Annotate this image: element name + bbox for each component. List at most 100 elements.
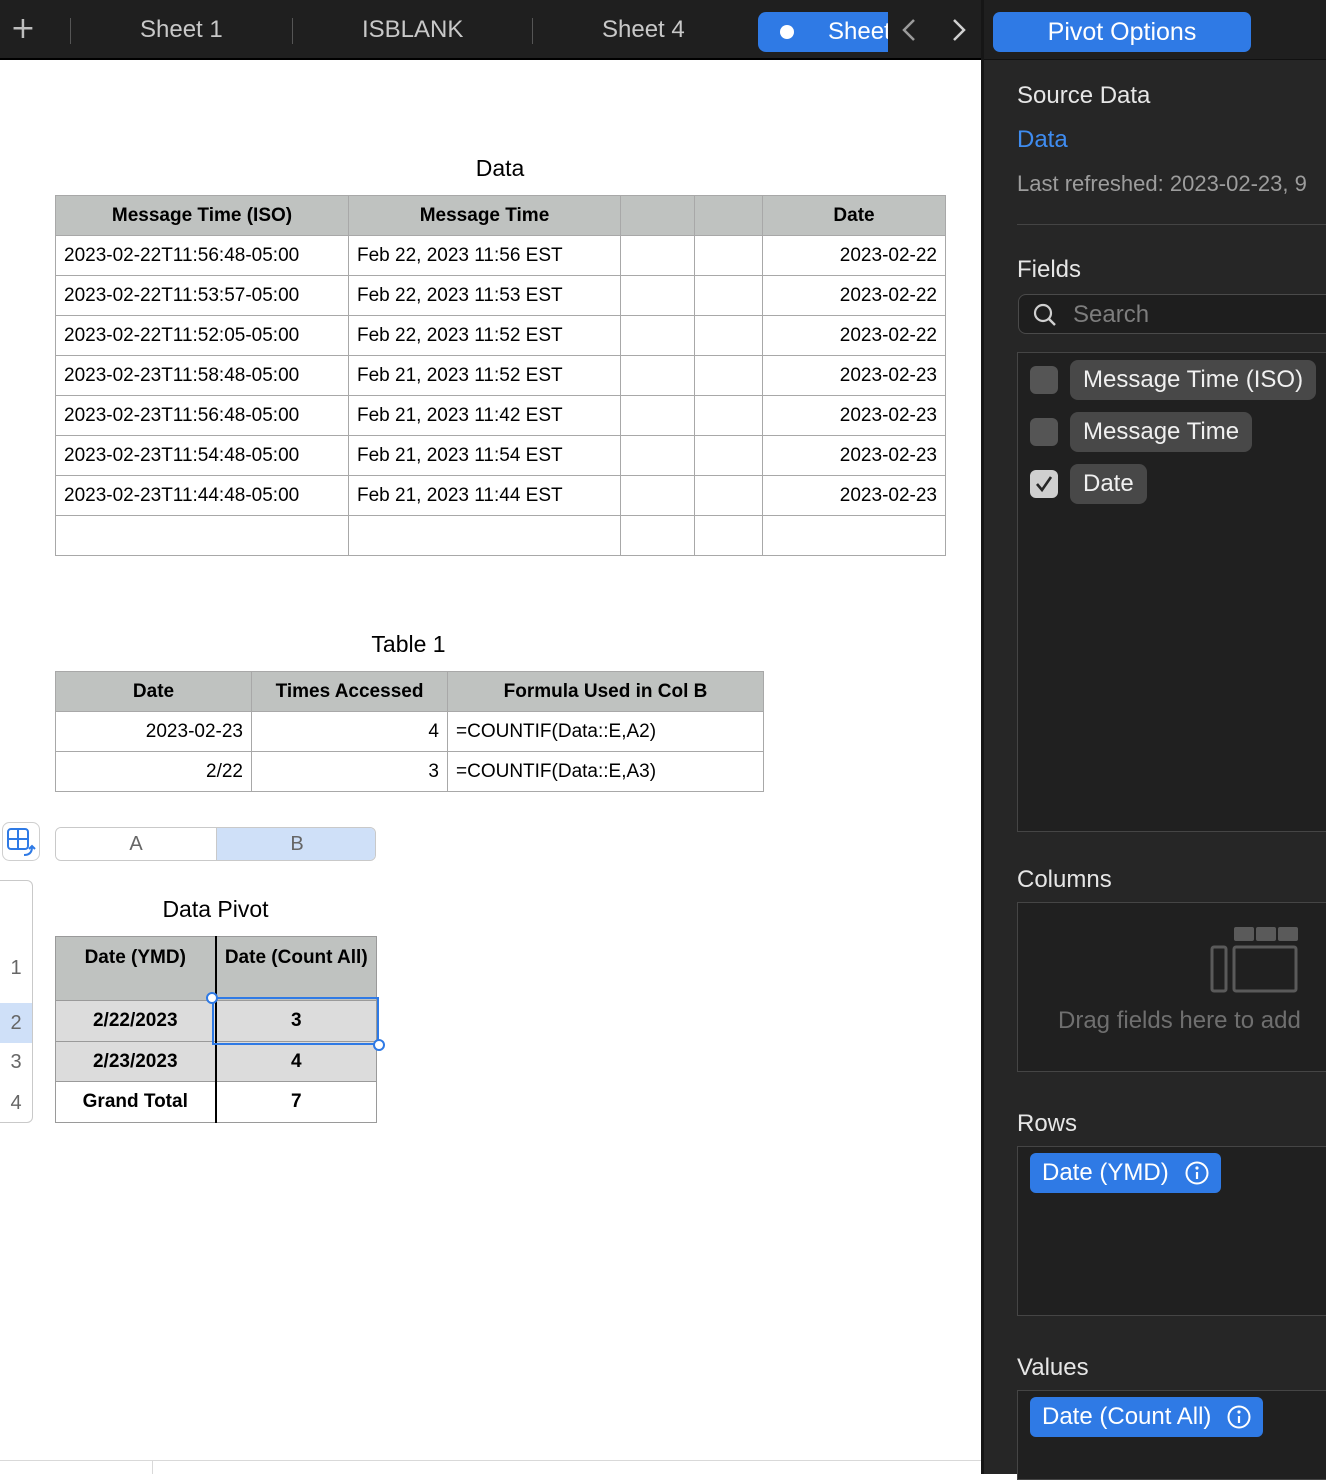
- field-chip[interactable]: Message Time (ISO): [1070, 360, 1317, 400]
- column-header-a[interactable]: A: [56, 828, 216, 860]
- cell[interactable]: [55, 515, 349, 556]
- table1: Date Times Accessed Formula Used in Col …: [55, 671, 764, 792]
- row-header-1[interactable]: 1: [0, 957, 32, 980]
- header-cell[interactable]: [620, 195, 695, 236]
- cell[interactable]: 2/22: [55, 751, 252, 792]
- column-header-b[interactable]: B: [216, 828, 375, 860]
- pivot-options-tab[interactable]: Pivot Options: [993, 12, 1251, 52]
- cell[interactable]: [348, 515, 621, 556]
- cell[interactable]: 2023-02-22: [762, 235, 946, 276]
- cell[interactable]: [620, 435, 695, 476]
- header-cell[interactable]: Date: [55, 671, 252, 712]
- cell[interactable]: 2023-02-23: [762, 475, 946, 516]
- columns-drop-zone[interactable]: Drag fields here to add: [1017, 902, 1326, 1072]
- cell[interactable]: 2/23/2023: [55, 1041, 217, 1082]
- columns-heading: Columns: [1017, 866, 1112, 893]
- header-cell[interactable]: Date: [762, 195, 946, 236]
- header-cell[interactable]: Date (Count All): [215, 936, 377, 1001]
- cell[interactable]: [620, 235, 695, 276]
- chevron-right-icon[interactable]: [946, 14, 970, 46]
- source-data-link[interactable]: Data: [1017, 126, 1068, 154]
- cell[interactable]: =COUNTIF(Data::E,A3): [447, 751, 764, 792]
- rows-drop-zone[interactable]: Date (YMD): [1017, 1146, 1326, 1316]
- source-data-heading: Source Data: [1017, 82, 1151, 109]
- cell[interactable]: [694, 355, 763, 396]
- data-table-title: Data: [475, 155, 525, 181]
- cell[interactable]: [620, 275, 695, 316]
- field-chip[interactable]: Message Time: [1070, 412, 1253, 452]
- tab-sheet-4[interactable]: Sheet 4: [602, 16, 685, 44]
- field-checkbox[interactable]: [1030, 418, 1058, 446]
- pivot-title: Data Pivot: [162, 896, 269, 922]
- selection-handle[interactable]: [206, 992, 218, 1004]
- cell[interactable]: Feb 22, 2023 11:53 EST: [348, 275, 621, 316]
- values-field-chip[interactable]: Date (Count All): [1030, 1397, 1264, 1437]
- cell[interactable]: 2023-02-23: [55, 711, 252, 752]
- fields-search-input[interactable]: Search: [1018, 294, 1326, 334]
- chevron-left-icon[interactable]: [898, 14, 922, 46]
- cell[interactable]: [762, 515, 946, 556]
- tab-active-sheet[interactable]: Sheet: [758, 12, 888, 52]
- cell[interactable]: 3: [251, 751, 448, 792]
- field-checkbox-checked[interactable]: [1030, 470, 1058, 498]
- cell[interactable]: [694, 395, 763, 436]
- cell[interactable]: [694, 435, 763, 476]
- cell[interactable]: 2023-02-22T11:53:57-05:00: [55, 275, 349, 316]
- table-options-icon[interactable]: [2, 822, 40, 862]
- tab-isblank[interactable]: ISBLANK: [362, 16, 463, 44]
- row-header-2[interactable]: 2: [0, 1003, 32, 1043]
- cell[interactable]: 2023-02-22T11:52:05-05:00: [55, 315, 349, 356]
- tab-sheet-1[interactable]: Sheet 1: [140, 16, 223, 44]
- row-header-4[interactable]: 4: [0, 1092, 32, 1115]
- cell[interactable]: 4: [251, 711, 448, 752]
- field-checkbox[interactable]: [1030, 366, 1058, 394]
- cell[interactable]: Feb 22, 2023 11:52 EST: [348, 315, 621, 356]
- cell[interactable]: [620, 395, 695, 436]
- cell[interactable]: [694, 515, 763, 556]
- cell[interactable]: 2023-02-23T11:44:48-05:00: [55, 475, 349, 516]
- header-cell[interactable]: Date (YMD): [55, 936, 217, 1001]
- header-cell[interactable]: [694, 195, 763, 236]
- cell[interactable]: Feb 21, 2023 11:42 EST: [348, 395, 621, 436]
- cell[interactable]: [694, 315, 763, 356]
- cell[interactable]: [694, 475, 763, 516]
- cell[interactable]: 2023-02-23T11:58:48-05:00: [55, 355, 349, 396]
- cell[interactable]: [620, 355, 695, 396]
- cell[interactable]: [620, 315, 695, 356]
- cell[interactable]: Feb 21, 2023 11:44 EST: [348, 475, 621, 516]
- add-sheet-button[interactable]: +: [8, 14, 38, 44]
- cell[interactable]: 2023-02-23T11:56:48-05:00: [55, 395, 349, 436]
- row-header-3[interactable]: 3: [0, 1051, 32, 1074]
- cell[interactable]: Feb 22, 2023 11:56 EST: [348, 235, 621, 276]
- cell[interactable]: 2023-02-22: [762, 275, 946, 316]
- cell[interactable]: 2023-02-23: [762, 435, 946, 476]
- cell[interactable]: 7: [215, 1081, 377, 1123]
- header-cell[interactable]: Message Time (ISO): [55, 195, 349, 236]
- cell[interactable]: 4: [215, 1041, 377, 1082]
- cell[interactable]: [620, 475, 695, 516]
- table-row: 2023-02-23 4 =COUNTIF(Data::E,A2): [55, 711, 764, 752]
- cell[interactable]: Feb 21, 2023 11:54 EST: [348, 435, 621, 476]
- cell[interactable]: 2023-02-23: [762, 355, 946, 396]
- info-icon[interactable]: [1185, 1161, 1209, 1185]
- cell[interactable]: Feb 21, 2023 11:52 EST: [348, 355, 621, 396]
- cell[interactable]: 2/22/2023: [55, 1000, 217, 1042]
- values-drop-zone[interactable]: Date (Count All): [1017, 1390, 1326, 1480]
- header-cell[interactable]: Times Accessed: [251, 671, 448, 712]
- rows-field-chip[interactable]: Date (YMD): [1030, 1153, 1221, 1193]
- cell[interactable]: Grand Total: [55, 1081, 217, 1123]
- cell[interactable]: [694, 275, 763, 316]
- cell[interactable]: [620, 515, 695, 556]
- tab-divider: [532, 18, 533, 44]
- selection-handle[interactable]: [373, 1039, 385, 1051]
- header-cell[interactable]: Message Time: [348, 195, 621, 236]
- info-icon[interactable]: [1227, 1405, 1251, 1429]
- field-chip[interactable]: Date: [1070, 464, 1147, 504]
- cell[interactable]: 2023-02-22T11:56:48-05:00: [55, 235, 349, 276]
- cell[interactable]: =COUNTIF(Data::E,A2): [447, 711, 764, 752]
- cell[interactable]: 2023-02-23T11:54:48-05:00: [55, 435, 349, 476]
- cell[interactable]: [694, 235, 763, 276]
- header-cell[interactable]: Formula Used in Col B: [447, 671, 764, 712]
- cell[interactable]: 2023-02-22: [762, 315, 946, 356]
- cell[interactable]: 2023-02-23: [762, 395, 946, 436]
